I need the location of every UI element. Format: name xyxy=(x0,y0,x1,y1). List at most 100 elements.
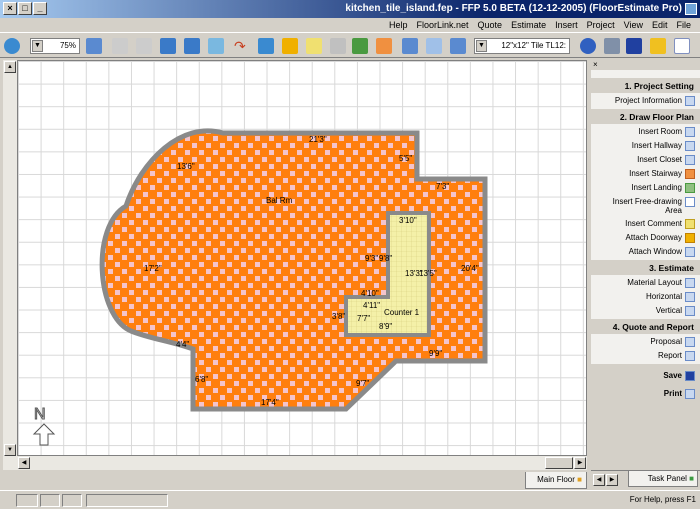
free-draw-icon[interactable] xyxy=(330,38,346,54)
tab-scroll-left[interactable]: ◀ xyxy=(593,474,605,486)
insert-free-drawing-item[interactable]: Insert Free-drawing Area xyxy=(591,195,700,217)
list-icon[interactable] xyxy=(86,38,102,54)
material-icon[interactable] xyxy=(208,38,224,54)
task-icon: ■ xyxy=(689,474,694,483)
dim-label: 9'9" xyxy=(429,349,442,358)
report-icon xyxy=(685,351,695,361)
close-button[interactable]: × xyxy=(3,2,17,15)
vertical-item[interactable]: Vertical xyxy=(591,304,700,318)
table-icon[interactable] xyxy=(136,38,152,54)
floor-icon: ■ xyxy=(577,475,582,484)
dim-label: 9'7" xyxy=(356,379,369,388)
dim-label: 20'4" xyxy=(461,264,479,273)
app-icon xyxy=(685,3,697,15)
floorlink-icon[interactable] xyxy=(580,38,596,54)
comment-icon[interactable] xyxy=(306,38,322,54)
open-icon[interactable] xyxy=(650,38,666,54)
insert-landing-item[interactable]: Insert Landing xyxy=(591,181,700,195)
insert-stairway-item[interactable]: Insert Stairway xyxy=(591,167,700,181)
menu-project[interactable]: Project xyxy=(587,18,615,32)
dim-label: 17'2" xyxy=(144,264,162,273)
tab-scroll-right[interactable]: ▶ xyxy=(606,474,618,486)
dim-label: 13'6" xyxy=(177,162,195,171)
save-icon xyxy=(685,371,695,381)
floor-plan: 21'3" 5'5" 13'6" 7'3" 17'2" 20'4" 3'10" … xyxy=(32,128,488,446)
print-icon xyxy=(685,389,695,399)
menu-edit[interactable]: Edit xyxy=(652,18,668,32)
insert-comment-item[interactable]: Insert Comment xyxy=(591,217,700,231)
tile-select[interactable]: ▼ 12"x12" Tile TL12: xyxy=(474,38,570,54)
scroll-down-button[interactable]: ▼ xyxy=(4,444,16,456)
dim-label: 5'5" xyxy=(399,154,412,163)
dim-label: 21'3" xyxy=(309,135,327,144)
print-icon[interactable] xyxy=(604,38,620,54)
panel-close-icon[interactable]: × xyxy=(591,60,700,70)
maximize-button[interactable]: □ xyxy=(18,2,32,15)
menu-estimate[interactable]: Estimate xyxy=(511,18,546,32)
dim-label: 4'10" xyxy=(361,289,379,298)
chevron-down-icon: ▼ xyxy=(476,40,487,52)
tab-main-floor[interactable]: Main Floor ■ xyxy=(525,472,587,489)
status-pane xyxy=(86,494,168,507)
menu-file[interactable]: File xyxy=(676,18,691,32)
proposal-item[interactable]: Proposal xyxy=(591,335,700,349)
horizontal-icon[interactable] xyxy=(184,38,200,54)
dim-label: 6'8" xyxy=(195,375,208,384)
save-icon[interactable] xyxy=(626,38,642,54)
project-information-item[interactable]: Project Information xyxy=(591,94,700,108)
tab-task-panel[interactable]: Task Panel ■ xyxy=(628,471,698,487)
landing-icon[interactable] xyxy=(352,38,368,54)
scroll-right-button[interactable]: ▶ xyxy=(574,457,586,469)
menu-view[interactable]: View xyxy=(624,18,643,32)
zoom-select[interactable]: ▼ 75% xyxy=(30,38,80,54)
room-icon xyxy=(685,127,695,137)
dim-label: 9'3" xyxy=(365,254,378,263)
stairway-icon[interactable] xyxy=(376,38,392,54)
status-bar: For Help, press F1 xyxy=(0,490,700,509)
vertical-icon xyxy=(685,306,695,316)
attach-doorway-item[interactable]: Attach Doorway xyxy=(591,231,700,245)
window-icon[interactable] xyxy=(258,38,274,54)
floor-tabs: Main Floor ■ xyxy=(17,472,587,490)
vertical-scrollbar[interactable]: ▲ ▼ xyxy=(3,60,17,470)
dim-label: 7'3" xyxy=(436,182,449,191)
free-draw-icon xyxy=(685,197,695,207)
room-label: Bal Rm xyxy=(266,196,293,205)
horizontal-item[interactable]: Horizontal xyxy=(591,290,700,304)
attach-window-item[interactable]: Attach Window xyxy=(591,245,700,259)
menu-quote[interactable]: Quote xyxy=(478,18,503,32)
new-icon[interactable] xyxy=(674,38,690,54)
horizontal-scrollbar[interactable]: ◀ ▶ xyxy=(17,456,587,470)
insert-room-item[interactable]: Insert Room xyxy=(591,125,700,139)
dim-label: 7'7" xyxy=(357,314,370,323)
panel-tab-bar: ◀ ▶ Task Panel ■ xyxy=(591,470,700,488)
grid-icon[interactable] xyxy=(112,38,128,54)
web-icon[interactable] xyxy=(4,38,20,54)
doorway-icon[interactable] xyxy=(282,38,298,54)
hallway-icon xyxy=(685,141,695,151)
proposal-icon xyxy=(685,337,695,347)
scroll-thumb[interactable] xyxy=(545,457,573,469)
menu-floorlink[interactable]: FloorLink.net xyxy=(417,18,469,32)
menu-help[interactable]: Help xyxy=(389,18,408,32)
scroll-up-button[interactable]: ▲ xyxy=(4,61,16,73)
print-item[interactable]: Print xyxy=(591,387,700,401)
report-item[interactable]: Report xyxy=(591,349,700,363)
menu-insert[interactable]: Insert xyxy=(555,18,578,32)
floor-plan-canvas[interactable]: 21'3" 5'5" 13'6" 7'3" 17'2" 20'4" 3'10" … xyxy=(17,60,587,456)
insert-closet-item[interactable]: Insert Closet xyxy=(591,153,700,167)
hallway-icon[interactable] xyxy=(426,38,442,54)
minimize-button[interactable]: _ xyxy=(33,2,47,15)
chevron-down-icon: ▼ xyxy=(32,40,43,52)
save-item[interactable]: Save xyxy=(591,369,700,383)
rotate-icon[interactable]: ↷ xyxy=(234,38,250,54)
material-layout-item[interactable]: Material Layout xyxy=(591,276,700,290)
insert-hallway-item[interactable]: Insert Hallway xyxy=(591,139,700,153)
closet-icon[interactable] xyxy=(402,38,418,54)
vertical-icon[interactable] xyxy=(160,38,176,54)
dim-label: 4'4" xyxy=(176,340,189,349)
counter-label: Counter 1 xyxy=(384,308,420,317)
compass-icon: N xyxy=(32,406,56,446)
scroll-left-button[interactable]: ◀ xyxy=(18,457,30,469)
room-icon[interactable] xyxy=(450,38,466,54)
